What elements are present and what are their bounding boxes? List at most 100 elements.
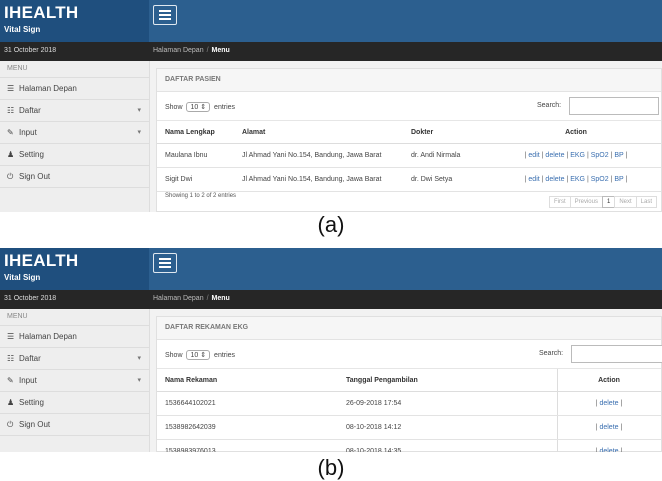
sidebar-item-halaman-depan[interactable]: ☰ Halaman Depan xyxy=(0,78,149,100)
column-header-action: Action xyxy=(557,369,661,392)
row-actions: | delete | xyxy=(557,391,661,416)
chevron-down-icon: ▾ xyxy=(137,377,141,384)
sidebar-heading: MENU xyxy=(0,309,149,326)
pagination-page-1[interactable]: 1 xyxy=(601,196,616,208)
spo2-link[interactable]: SpO2 xyxy=(591,176,609,183)
sidebar-item-input[interactable]: ✎ Input ▾ xyxy=(0,370,149,392)
pencil-icon: ✎ xyxy=(7,128,14,137)
hamburger-menu-button[interactable] xyxy=(153,5,177,25)
entries-select[interactable]: 10 ⇕ xyxy=(186,350,211,360)
sidebar-heading: MENU xyxy=(0,61,149,78)
ekg-link[interactable]: EKG xyxy=(570,152,585,159)
patient-name: Maulana Ibnu xyxy=(157,143,234,168)
main-content: DAFTAR PASIEN Show 10 ⇕ entries Search: … xyxy=(150,61,662,212)
record-date: 08-10-2018 14:12 xyxy=(338,415,558,440)
menu-icon: ☰ xyxy=(7,84,15,93)
user-icon: ♟ xyxy=(7,398,15,407)
column-header-alamat[interactable]: Alamat xyxy=(234,121,403,144)
search-input[interactable] xyxy=(569,97,659,115)
column-header-dokter[interactable]: Dokter xyxy=(403,121,492,144)
delete-link[interactable]: delete xyxy=(599,448,618,452)
delete-link[interactable]: delete xyxy=(599,400,618,407)
pagination-first[interactable]: First xyxy=(548,196,571,208)
sidebar-item-label: Daftar xyxy=(19,354,41,363)
brand-title: IHEALTH xyxy=(4,251,79,270)
ekg-record-list-box: DAFTAR REKAMAN EKG Show 10 ⇕ entries Sea… xyxy=(156,316,662,452)
power-icon: ⏻ xyxy=(7,420,14,429)
edit-link[interactable]: edit xyxy=(528,176,539,183)
hamburger-menu-button[interactable] xyxy=(153,253,177,273)
sidebar-item-label: Input xyxy=(19,128,37,137)
chevron-down-icon: ▾ xyxy=(137,129,141,136)
pagination-last[interactable]: Last xyxy=(635,196,657,208)
search-label: Search: xyxy=(537,102,562,109)
sidebar-item-input[interactable]: ✎ Input ▾ xyxy=(0,122,149,144)
breadcrumb: Halaman Depan / Menu xyxy=(153,47,230,54)
delete-link[interactable]: delete xyxy=(545,176,564,183)
column-header-nama-lengkap[interactable]: Nama Lengkap xyxy=(157,121,234,144)
box-title: DAFTAR PASIEN xyxy=(157,69,661,92)
sidebar-item-sign-out[interactable]: ⏻ Sign Out xyxy=(0,414,149,436)
sidebar-item-label: Sign Out xyxy=(19,420,51,429)
brand-title: IHEALTH xyxy=(4,3,79,22)
sidebar-item-label: Halaman Depan xyxy=(19,84,77,93)
entries-label: entries xyxy=(214,352,236,359)
top-navbar xyxy=(149,248,662,290)
entries-length: Show 10 ⇕ entries xyxy=(165,350,235,360)
column-header-tanggal-pengambilan[interactable]: Tanggal Pengambilan xyxy=(338,369,558,392)
breadcrumb-home[interactable]: Halaman Depan xyxy=(153,47,204,54)
list-icon: ☷ xyxy=(7,106,15,115)
bp-link[interactable]: BP xyxy=(614,176,623,183)
updown-icon: ⇕ xyxy=(200,104,207,111)
spo2-link[interactable]: SpO2 xyxy=(591,152,609,159)
delete-link[interactable]: delete xyxy=(599,424,618,431)
menu-icon: ☰ xyxy=(7,332,15,341)
patient-doctor: dr. Andi Nirmala xyxy=(403,143,492,168)
sidebar-item-label: Sign Out xyxy=(19,172,51,181)
power-icon: ⏻ xyxy=(7,172,14,181)
pagination-previous[interactable]: Previous xyxy=(569,196,603,208)
current-date: 31 October 2018 xyxy=(4,47,57,54)
pagination: First Previous 1 Next Last xyxy=(548,190,657,208)
column-header-nama-rekaman[interactable]: Nama Rekaman xyxy=(157,369,338,392)
sidebar-item-sign-out[interactable]: ⏻ Sign Out xyxy=(0,166,149,188)
current-date: 31 October 2018 xyxy=(4,295,57,302)
screenshot-panel-a: IHEALTH Vital Sign 31 October 2018 Halam… xyxy=(0,0,662,212)
sidebar-item-halaman-depan[interactable]: ☰ Halaman Depan xyxy=(0,326,149,348)
breadcrumb-current: Menu xyxy=(211,47,230,54)
search-label: Search: xyxy=(539,350,564,357)
sidebar-item-daftar[interactable]: ☷ Daftar ▾ xyxy=(0,348,149,370)
caption-a: (a) xyxy=(317,212,345,237)
sidebar-item-setting[interactable]: ♟ Setting xyxy=(0,144,149,166)
sidebar: MENU ☰ Halaman Depan ☷ Daftar ▾ ✎ Input ▾ ♟… xyxy=(0,61,150,212)
record-name: 1538982642039 xyxy=(157,415,338,440)
brand-subtitle: Vital Sign xyxy=(4,25,41,34)
hamburger-icon xyxy=(159,258,171,260)
sidebar-item-label: Input xyxy=(19,376,37,385)
show-label: Show xyxy=(165,352,183,359)
record-name: 1536644102021 xyxy=(157,391,338,416)
sidebar-item-label: Setting xyxy=(19,150,44,159)
pencil-icon: ✎ xyxy=(7,376,14,385)
table-controls: Show 10 ⇕ entries Search: xyxy=(157,340,662,369)
ekg-link[interactable]: EKG xyxy=(570,176,585,183)
sidebar-item-setting[interactable]: ♟ Setting xyxy=(0,392,149,414)
top-navbar xyxy=(149,0,662,42)
breadcrumb-bar: 31 October 2018 Halaman Depan / Menu xyxy=(0,290,662,309)
table-row: 1538982642039 08-10-2018 14:12 | delete … xyxy=(157,415,661,440)
caption-b: (b) xyxy=(317,455,345,480)
breadcrumb-separator: / xyxy=(206,295,209,302)
show-label: Show xyxy=(165,104,183,111)
sidebar-item-daftar[interactable]: ☷ Daftar ▾ xyxy=(0,100,149,122)
pagination-next[interactable]: Next xyxy=(614,196,637,208)
table-row: Maulana Ibnu Jl Ahmad Yani No.154, Bandu… xyxy=(157,143,661,168)
entries-select[interactable]: 10 ⇕ xyxy=(186,102,211,112)
edit-link[interactable]: edit xyxy=(528,152,539,159)
table-row: Sigit Dwi Jl Ahmad Yani No.154, Bandung,… xyxy=(157,167,661,192)
breadcrumb-home[interactable]: Halaman Depan xyxy=(153,295,204,302)
search-input[interactable] xyxy=(571,345,662,363)
delete-link[interactable]: delete xyxy=(545,152,564,159)
bp-link[interactable]: BP xyxy=(614,152,623,159)
brand: IHEALTH Vital Sign xyxy=(0,248,149,290)
patient-address: Jl Ahmad Yani No.154, Bandung, Jawa Bara… xyxy=(234,167,403,192)
